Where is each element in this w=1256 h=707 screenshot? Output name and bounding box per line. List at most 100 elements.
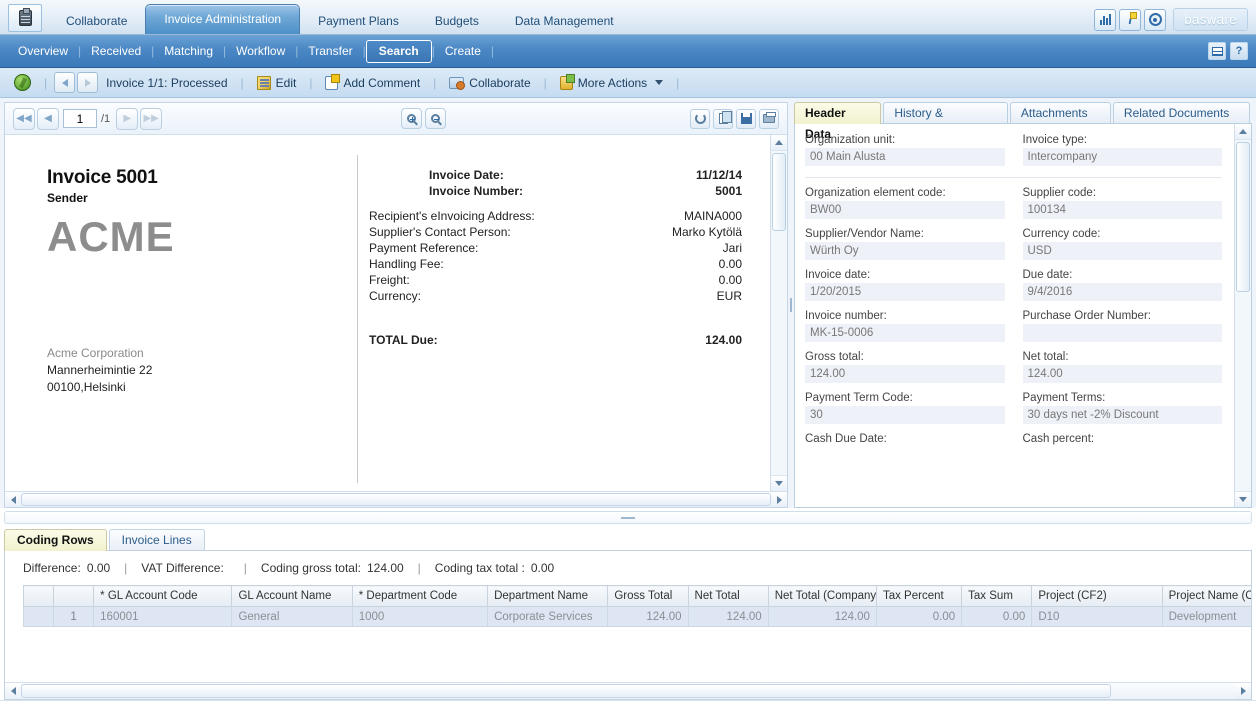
scroll-right-button[interactable]: [771, 492, 787, 507]
subnav-item-search[interactable]: Search: [366, 40, 432, 63]
tab-attachments[interactable]: Attachments (0): [1010, 102, 1111, 123]
first-page-button[interactable]: ◀◀: [13, 108, 35, 130]
zoom-in-button[interactable]: [401, 108, 422, 129]
column-net-total-company[interactable]: Net Total (Company): [768, 586, 876, 607]
column-index[interactable]: [54, 586, 94, 607]
add-comment-button[interactable]: Add Comment: [319, 74, 426, 92]
next-invoice-button[interactable]: [77, 72, 98, 93]
scroll-up-button[interactable]: [1235, 124, 1251, 140]
column-gl-account-code[interactable]: * GL Account Code: [94, 586, 232, 607]
cell-project-name-cf2[interactable]: Development: [1162, 607, 1251, 627]
refresh-button[interactable]: [8, 72, 37, 93]
document-vertical-scrollbar[interactable]: [770, 135, 787, 491]
tab-invoice-administration[interactable]: Invoice Administration: [145, 4, 300, 34]
cell-net-total-company[interactable]: 124.00: [768, 607, 876, 627]
table-row[interactable]: 1 160001 General 1000 Corporate Services…: [24, 607, 1252, 627]
field-value[interactable]: Intercompany: [1023, 148, 1223, 166]
cell-tax-percent[interactable]: 0.00: [876, 607, 961, 627]
tab-payment-plans[interactable]: Payment Plans: [300, 8, 417, 34]
tab-history-comments[interactable]: History & Comments: [883, 102, 1008, 123]
cell-gl-account-code[interactable]: 160001: [94, 607, 232, 627]
scroll-down-button[interactable]: [1235, 491, 1251, 507]
scroll-thumb[interactable]: [1236, 142, 1250, 292]
tab-collaborate[interactable]: Collaborate: [48, 8, 145, 34]
rotate-icon[interactable]: [690, 109, 710, 129]
field-value[interactable]: 9/4/2016: [1023, 283, 1223, 301]
column-project-cf2[interactable]: Project (CF2): [1032, 586, 1162, 607]
horizontal-splitter[interactable]: [4, 511, 1252, 524]
subnav-item-create[interactable]: Create: [435, 41, 491, 61]
tab-coding-rows[interactable]: Coding Rows: [4, 529, 107, 551]
zoom-out-button[interactable]: [425, 108, 446, 129]
target-icon[interactable]: [1144, 9, 1166, 31]
column-department-code[interactable]: * Department Code: [352, 586, 487, 607]
column-tax-sum[interactable]: Tax Sum: [962, 586, 1032, 607]
coding-rows-horizontal-scrollbar[interactable]: [5, 682, 1251, 699]
document-horizontal-scrollbar[interactable]: [5, 491, 787, 507]
cell-department-code[interactable]: 1000: [352, 607, 487, 627]
field-value[interactable]: 124.00: [1023, 365, 1223, 383]
scroll-track[interactable]: [771, 151, 787, 475]
bar-chart-icon[interactable]: [1094, 9, 1116, 31]
keyboard-icon[interactable]: [1208, 42, 1226, 60]
app-logo[interactable]: [8, 4, 42, 32]
column-project-name-cf2[interactable]: Project Name (CF2): [1162, 586, 1251, 607]
scroll-thumb[interactable]: [21, 684, 1111, 698]
copy-icon[interactable]: [713, 109, 733, 129]
print-icon[interactable]: [759, 109, 779, 129]
previous-invoice-button[interactable]: [54, 72, 75, 93]
save-icon[interactable]: [736, 109, 756, 129]
collaborate-button[interactable]: Collaborate: [443, 74, 536, 92]
field-value[interactable]: 124.00: [805, 365, 1005, 383]
field-value[interactable]: 100134: [1023, 201, 1223, 219]
next-page-button[interactable]: ▶: [116, 108, 138, 130]
field-value[interactable]: BW00: [805, 201, 1005, 219]
subnav-item-workflow[interactable]: Workflow: [226, 41, 295, 61]
scroll-right-button[interactable]: [1235, 683, 1251, 699]
tab-budgets[interactable]: Budgets: [417, 8, 497, 34]
field-value[interactable]: MK-15-0006: [805, 324, 1005, 342]
column-net-total[interactable]: Net Total: [688, 586, 768, 607]
column-gross-total[interactable]: Gross Total: [608, 586, 688, 607]
column-gl-account-name[interactable]: GL Account Name: [232, 586, 352, 607]
scroll-down-button[interactable]: [771, 475, 787, 491]
subnav-item-transfer[interactable]: Transfer: [298, 41, 362, 61]
tab-header-data[interactable]: Header Data: [794, 102, 881, 124]
field-value[interactable]: 00 Main Alusta: [805, 148, 1005, 166]
tab-data-management[interactable]: Data Management: [497, 8, 632, 34]
tab-related-documents[interactable]: Related Documents (0): [1113, 102, 1250, 123]
field-value[interactable]: [1023, 324, 1223, 342]
subnav-item-matching[interactable]: Matching: [154, 41, 223, 61]
field-value[interactable]: 1/20/2015: [805, 283, 1005, 301]
last-page-button[interactable]: ▶▶: [140, 108, 162, 130]
column-select[interactable]: [24, 586, 54, 607]
cell-net-total[interactable]: 124.00: [688, 607, 768, 627]
field-value[interactable]: 30: [805, 406, 1005, 424]
cell-gl-account-name[interactable]: General: [232, 607, 352, 627]
cell-project-cf2[interactable]: D10: [1032, 607, 1162, 627]
page-number-input[interactable]: [63, 109, 97, 128]
scroll-thumb[interactable]: [772, 153, 786, 231]
column-tax-percent[interactable]: Tax Percent: [876, 586, 961, 607]
cell-department-name[interactable]: Corporate Services: [488, 607, 608, 627]
more-actions-button[interactable]: More Actions: [554, 74, 669, 92]
subnav-item-overview[interactable]: Overview: [8, 41, 78, 61]
cell-tax-sum[interactable]: 0.00: [962, 607, 1032, 627]
column-department-name[interactable]: Department Name: [488, 586, 608, 607]
scroll-track[interactable]: [21, 492, 771, 507]
cell-gross-total[interactable]: 124.00: [608, 607, 688, 627]
scroll-up-button[interactable]: [771, 135, 787, 151]
scroll-left-button[interactable]: [5, 683, 21, 699]
info-icon[interactable]: i: [1119, 9, 1141, 31]
tab-invoice-lines[interactable]: Invoice Lines: [109, 529, 205, 550]
edit-button[interactable]: Edit: [251, 74, 303, 92]
scroll-track[interactable]: [1235, 140, 1251, 491]
field-value[interactable]: USD: [1023, 242, 1223, 260]
field-value[interactable]: Würth Oy: [805, 242, 1005, 260]
field-value[interactable]: 30 days net -2% Discount: [1023, 406, 1223, 424]
subnav-item-received[interactable]: Received: [81, 41, 151, 61]
scroll-thumb[interactable]: [21, 493, 771, 506]
scroll-track[interactable]: [21, 683, 1235, 699]
help-icon[interactable]: ?: [1230, 42, 1248, 60]
previous-page-button[interactable]: ◀: [37, 108, 59, 130]
